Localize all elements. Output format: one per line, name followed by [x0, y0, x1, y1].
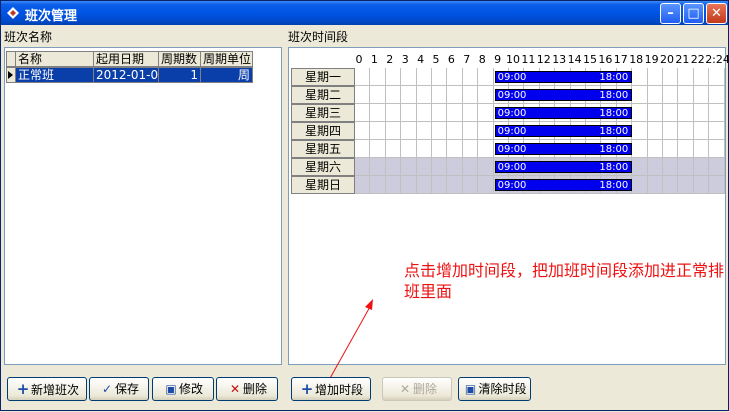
delete-x-icon: ✕	[399, 382, 411, 396]
clear-period-button[interactable]: ▣ 清除时段	[458, 377, 531, 401]
clear-icon: ▣	[464, 382, 477, 396]
delete-shift-button[interactable]: ✕ 删除	[216, 377, 278, 401]
delete-period-button[interactable]: ✕ 删除	[382, 377, 452, 401]
window: 班次管理 – □ ✕ 班次名称 班次时间段 名称 起用日期 周期数 周期单位 正…	[0, 0, 729, 411]
delete-x-icon: ✕	[229, 382, 241, 396]
disk-icon: ▣	[165, 382, 177, 396]
plus-icon: +	[16, 380, 30, 398]
plus-icon: +	[300, 380, 314, 398]
annotation-arrow	[323, 299, 373, 390]
add-shift-button[interactable]: + 新增班次	[7, 377, 87, 401]
save-button[interactable]: ✓ 保存	[89, 377, 149, 401]
add-period-button[interactable]: + 增加时段	[291, 377, 371, 401]
edit-button[interactable]: ▣ 修改	[152, 377, 214, 401]
check-icon: ✓	[101, 382, 113, 396]
